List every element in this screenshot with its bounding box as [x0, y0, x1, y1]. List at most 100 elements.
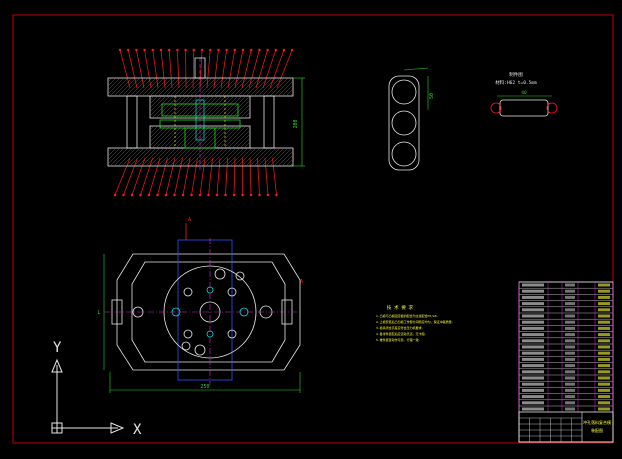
section-height-dim: 200: [293, 119, 299, 128]
hatch-line: [285, 88, 294, 97]
bom-row-entry: [522, 357, 544, 361]
hatch-line: [157, 77, 177, 97]
bom-row-entry: [565, 388, 575, 392]
side-view-body: [388, 75, 420, 171]
leader-bubble: [207, 193, 210, 197]
hatch-line: [221, 147, 241, 167]
plan-view[interactable]: A A 250 L: [97, 217, 303, 393]
leader-line: [177, 49, 180, 89]
bom-row-entry: [565, 376, 575, 380]
plan-strip: [177, 239, 233, 381]
hatch-line: [149, 147, 169, 167]
bom-row-entry: [565, 326, 575, 330]
hatch-line: [141, 77, 161, 97]
leader-line: [216, 157, 221, 196]
leader-bubble: [249, 193, 253, 197]
leader-bubble: [275, 193, 278, 197]
plan-view-section-mark-top: A: [188, 217, 191, 223]
bom-row-entry: [598, 382, 610, 386]
hatch-line: [261, 147, 281, 167]
bom-row-entry: [598, 302, 610, 306]
side-view[interactable]: 50: [388, 67, 435, 171]
hatch-line: [273, 77, 293, 97]
leader-bubble: [126, 48, 130, 52]
hatch-line: [173, 77, 193, 97]
leader-line: [119, 49, 131, 89]
hatch-line: [241, 147, 261, 167]
bom-row-entry: [598, 376, 610, 380]
bom-row-entry: [522, 326, 544, 330]
leader-bubble: [241, 48, 245, 52]
leader-bubble: [139, 193, 142, 197]
leader-lines-bottom: [113, 157, 278, 197]
leader-bubble: [156, 193, 159, 197]
leader-bubble: [167, 48, 171, 52]
cad-drawing-svg[interactable]: 200 50 制件图 材料:H62 t=0.5mm 40 A A 250 L 技…: [0, 0, 622, 459]
part-view-width-dim: 40: [521, 90, 527, 96]
hatch-line: [213, 147, 233, 167]
plan-hole: [235, 271, 245, 281]
bom-row-entry: [598, 364, 610, 368]
bom-row-entry: [565, 308, 575, 312]
title-block-grid: [519, 417, 582, 442]
leader-bubble: [225, 48, 228, 52]
bom-row-entry: [522, 289, 544, 293]
section-view[interactable]: 200: [107, 48, 305, 197]
leader-bubble: [135, 48, 138, 52]
hatch-line: [109, 147, 129, 167]
hatch-line: [145, 147, 165, 167]
cad-drawing-canvas[interactable]: 200 50 制件图 材料:H62 t=0.5mm 40 A A 250 L 技…: [0, 0, 622, 459]
hatch-line: [273, 147, 293, 167]
tech-note-line: 5.推件装置动作可靠，行程一致.: [376, 337, 421, 342]
hatch-line: [213, 77, 233, 97]
hatch-line: [289, 92, 294, 97]
leader-line: [157, 157, 168, 196]
leader-bubble: [147, 193, 151, 197]
section-hatching: [107, 77, 294, 167]
leader-line: [123, 157, 138, 196]
leader-bubble: [258, 193, 261, 197]
leader-bubble: [200, 48, 204, 52]
hatch-line: [177, 147, 197, 167]
leader-line: [114, 157, 131, 196]
title-block[interactable]: 冲孔落料复合模 装配图: [518, 411, 614, 443]
bom-row-entry: [598, 407, 610, 411]
plan-depth-dim: L: [97, 310, 100, 316]
leader-bubble: [176, 48, 179, 52]
bom-row-entry: [565, 401, 575, 405]
plan-hole: [183, 329, 193, 339]
bom-row-entry: [522, 407, 544, 411]
technical-notes[interactable]: 技 术 要 求 1.凸模与凸模固定板的配合为过渡配合H7/m6. 2.上模安装后…: [376, 304, 454, 342]
bom-row-entry: [598, 295, 610, 299]
hatch-line: [161, 147, 181, 167]
bom-row-entry: [598, 370, 610, 374]
leader-lines-top: [118, 48, 294, 89]
hatch-line: [107, 147, 113, 153]
hatch-line: [149, 95, 155, 101]
leader-bubble: [164, 193, 168, 197]
hatch-line: [121, 77, 141, 97]
bom-row-entry: [598, 351, 610, 355]
hatch-line: [205, 147, 225, 167]
tech-note-line: 2.上模安装后凸凹模工作部分间隙应均匀，保证冲裁质量.: [376, 319, 454, 324]
bom-row-entry: [565, 339, 575, 343]
tech-notes-title: 技 术 要 求: [387, 304, 414, 311]
leader-line: [269, 49, 285, 89]
side-view-circle-2: [391, 110, 417, 136]
hatch-line: [165, 77, 185, 97]
hatch-line: [129, 147, 149, 167]
part-view[interactable]: 制件图 材料:H62 t=0.5mm 40: [490, 71, 558, 117]
hatch-line: [169, 147, 189, 167]
leader-bubble: [181, 193, 185, 197]
hatch-line: [257, 77, 277, 97]
hatch-line: [231, 99, 251, 119]
hatch-line: [157, 147, 177, 167]
leader-line: [192, 49, 195, 89]
bom-row-entry: [598, 401, 610, 405]
leader-line: [208, 157, 213, 196]
leader-line: [262, 49, 277, 89]
bom-row-entry: [522, 333, 544, 337]
bom-row-entry: [565, 289, 575, 293]
leader-bubble: [118, 48, 122, 52]
leader-bubble: [274, 48, 278, 52]
